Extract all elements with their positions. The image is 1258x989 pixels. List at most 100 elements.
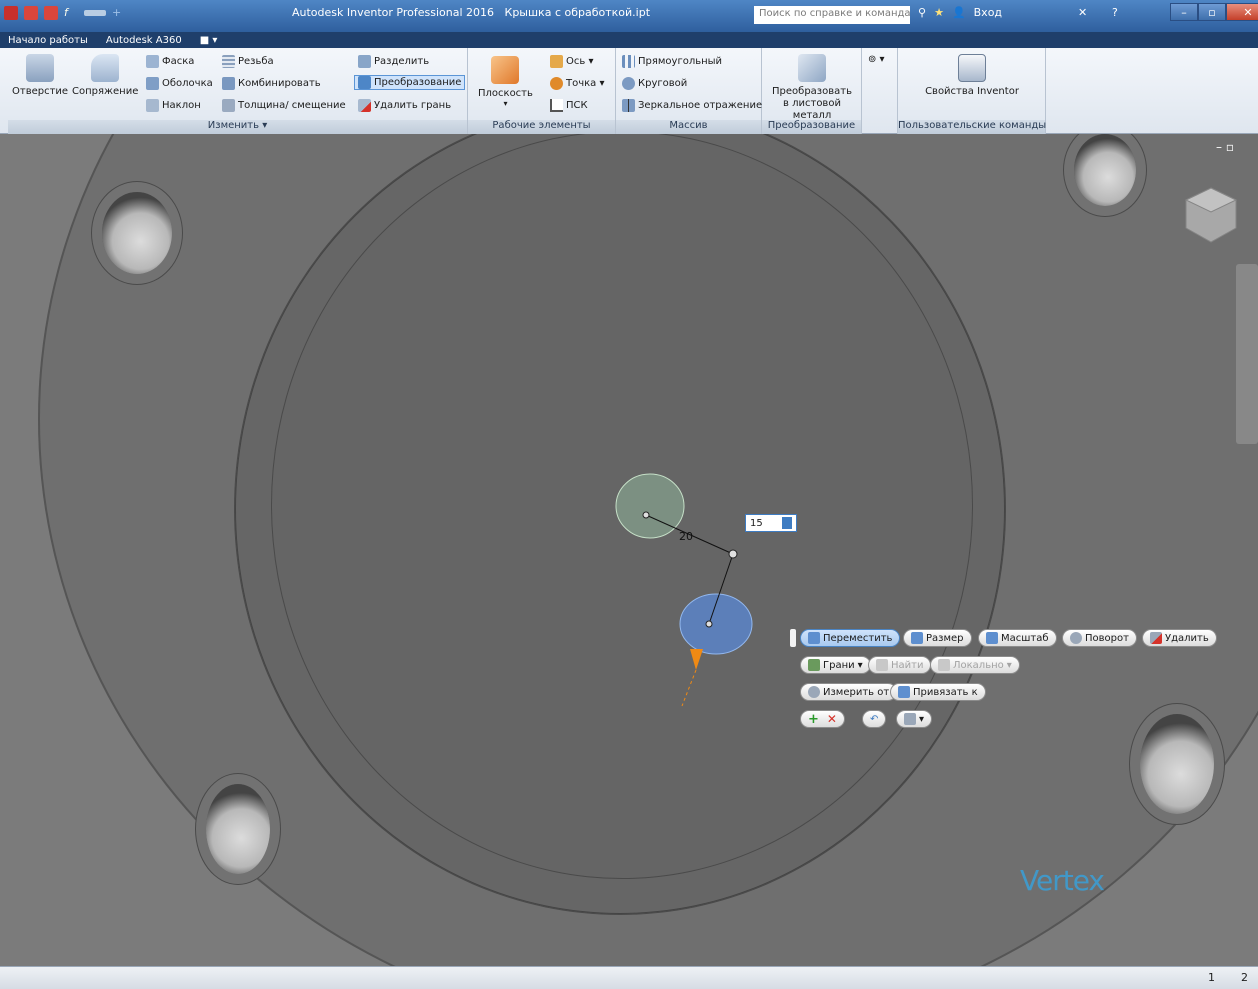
faces-selector[interactable]: Грани ▾ bbox=[800, 656, 871, 674]
window-title: Autodesk Inventor Professional 2016 Крыш… bbox=[292, 6, 650, 19]
convert-sheet-metal-button[interactable]: Преобразовать в листовой металл bbox=[768, 54, 856, 122]
color-selector-icon[interactable] bbox=[84, 10, 106, 16]
camera-dropdown-icon[interactable]: ■ ▾ bbox=[200, 35, 218, 46]
direct-edit-button[interactable]: Преобразование bbox=[354, 75, 466, 90]
size-icon bbox=[911, 632, 923, 644]
tab-getting-started[interactable]: Начало работы bbox=[8, 35, 88, 46]
combine-button[interactable]: Комбинировать bbox=[222, 77, 321, 90]
rotate-button[interactable]: Поворот bbox=[1062, 629, 1137, 647]
tab-a360[interactable]: Autodesk A360 bbox=[106, 35, 182, 46]
split-button[interactable]: Разделить bbox=[358, 55, 429, 68]
user-icon[interactable]: 👤 bbox=[952, 6, 966, 19]
chamfer-label: Фаска bbox=[162, 56, 195, 67]
ok-cancel-group: + ✕ bbox=[800, 710, 845, 728]
close-button[interactable]: ✕ bbox=[1226, 3, 1258, 21]
delete-face-button[interactable]: Удалить грань bbox=[358, 99, 451, 112]
dimension-spinner-icon[interactable] bbox=[782, 517, 792, 529]
app-menu-icon[interactable] bbox=[4, 6, 18, 20]
add-icon[interactable]: + bbox=[112, 6, 126, 20]
thicken-icon bbox=[222, 99, 235, 112]
help-search-input[interactable]: Поиск по справке и командам... bbox=[754, 6, 910, 24]
direct-edit-icon bbox=[358, 76, 371, 89]
options-dropdown-icon[interactable]: ▾ bbox=[919, 714, 924, 725]
maximize-button[interactable]: ▫ bbox=[1198, 3, 1226, 21]
delete-button[interactable]: Удалить bbox=[1142, 629, 1217, 647]
snap-to-button[interactable]: Привязать к bbox=[890, 683, 986, 701]
minimize-button[interactable]: – bbox=[1170, 3, 1198, 21]
dimension-input[interactable]: 15 bbox=[745, 514, 797, 532]
locate-label: Найти bbox=[891, 659, 924, 671]
mirror-button[interactable]: Зеркальное отражение bbox=[622, 99, 762, 112]
fillet-button[interactable]: Сопряжение bbox=[72, 54, 138, 97]
dimension-point-start[interactable] bbox=[642, 511, 650, 519]
ghost-hole-preview bbox=[615, 473, 685, 539]
rectangular-pattern-label: Прямоугольный bbox=[638, 56, 723, 67]
mini-toolbar-grip[interactable] bbox=[790, 629, 796, 647]
combine-label: Комбинировать bbox=[238, 78, 321, 89]
size-button[interactable]: Размер bbox=[903, 629, 972, 647]
dimension-point-end[interactable] bbox=[728, 549, 738, 559]
scale-label: Масштаб bbox=[1001, 632, 1049, 644]
plane-button[interactable]: Плоскость ▾ bbox=[478, 56, 533, 108]
new-icon[interactable] bbox=[24, 6, 38, 20]
axis-icon bbox=[550, 55, 563, 68]
apply-icon[interactable]: + bbox=[808, 712, 819, 727]
shell-label: Оболочка bbox=[162, 78, 213, 89]
shell-button[interactable]: Оболочка bbox=[146, 77, 213, 90]
axis-button[interactable]: Ось ▾ bbox=[550, 55, 593, 68]
faces-dropdown-icon[interactable]: ▾ bbox=[858, 660, 863, 671]
more-dropdown-icon[interactable]: ⊚ ▾ bbox=[868, 54, 885, 65]
cancel-icon[interactable]: ✕ bbox=[827, 712, 837, 726]
hole-button[interactable]: Отверстие bbox=[12, 54, 68, 97]
move-button[interactable]: Переместить bbox=[800, 629, 901, 647]
binoculars-icon[interactable]: ⚲ bbox=[918, 6, 926, 19]
move-axis bbox=[681, 669, 697, 707]
ucs-button[interactable]: ПСК bbox=[550, 99, 588, 112]
draft-button[interactable]: Наклон bbox=[146, 99, 201, 112]
dimension-point-hole[interactable] bbox=[705, 620, 713, 628]
measure-from-button[interactable]: Измерить от bbox=[800, 683, 898, 701]
hole-label: Отверстие bbox=[12, 86, 69, 97]
fillet-label: Сопряжение bbox=[72, 86, 139, 97]
help-search-placeholder: Поиск по справке и командам... bbox=[759, 8, 910, 19]
star-icon[interactable]: ★ bbox=[934, 6, 944, 19]
rectangular-pattern-button[interactable]: Прямоугольный bbox=[622, 55, 722, 68]
status-bar: 1 2 bbox=[0, 966, 1258, 989]
draft-icon bbox=[146, 99, 159, 112]
rotate-label: Поворот bbox=[1085, 632, 1129, 644]
snap-to-label: Привязать к bbox=[913, 686, 978, 698]
login-link[interactable]: Вход bbox=[974, 6, 1002, 19]
chamfer-button[interactable]: Фаска bbox=[146, 55, 194, 68]
undo-button[interactable]: ↶ bbox=[862, 710, 887, 728]
modify-panel-label[interactable]: Изменить ▾ bbox=[8, 120, 467, 134]
circular-pattern-icon bbox=[622, 77, 635, 90]
work-features-panel-label: Рабочие элементы bbox=[468, 120, 615, 134]
dimension-value[interactable]: 20 bbox=[679, 530, 693, 543]
help-icon[interactable]: ? bbox=[1112, 6, 1140, 24]
thicken-button[interactable]: Толщина/ смещение bbox=[222, 99, 346, 112]
shell-icon bbox=[146, 77, 159, 90]
iproperties-button[interactable]: Свойства Inventor bbox=[912, 54, 1032, 97]
draft-label: Наклон bbox=[162, 100, 201, 111]
thicken-label: Толщина/ смещение bbox=[238, 100, 346, 111]
local-dropdown-icon[interactable]: ▾ bbox=[1007, 660, 1012, 671]
local-selector[interactable]: Локально ▾ bbox=[930, 656, 1020, 674]
point-button[interactable]: Точка ▾ bbox=[550, 77, 605, 90]
function-icon[interactable]: f bbox=[64, 6, 78, 20]
options-button[interactable]: ▾ bbox=[896, 710, 933, 728]
convert-panel: Преобразовать в листовой металл Преобраз… bbox=[762, 48, 862, 134]
thread-label: Резьба bbox=[238, 56, 274, 67]
convert-sheet-metal-label: Преобразовать в листовой металл bbox=[772, 86, 852, 121]
thread-button[interactable]: Резьба bbox=[222, 55, 274, 68]
status-counters: 1 2 bbox=[1208, 971, 1248, 984]
graphics-window[interactable]: – ▫ 20 15 Переместить Размер Масштаб Пов… bbox=[0, 134, 1258, 966]
measure-icon bbox=[808, 686, 820, 698]
circular-pattern-button[interactable]: Круговой bbox=[622, 77, 687, 90]
open-icon[interactable] bbox=[44, 6, 58, 20]
scale-button[interactable]: Масштаб bbox=[978, 629, 1057, 647]
move-arrow-icon[interactable] bbox=[690, 649, 703, 670]
ucs-label: ПСК bbox=[566, 100, 588, 111]
plane-dropdown-icon[interactable]: ▾ bbox=[503, 99, 507, 108]
locate-button[interactable]: Найти bbox=[868, 656, 932, 674]
exchange-apps-icon[interactable]: ✕ bbox=[1078, 6, 1108, 24]
